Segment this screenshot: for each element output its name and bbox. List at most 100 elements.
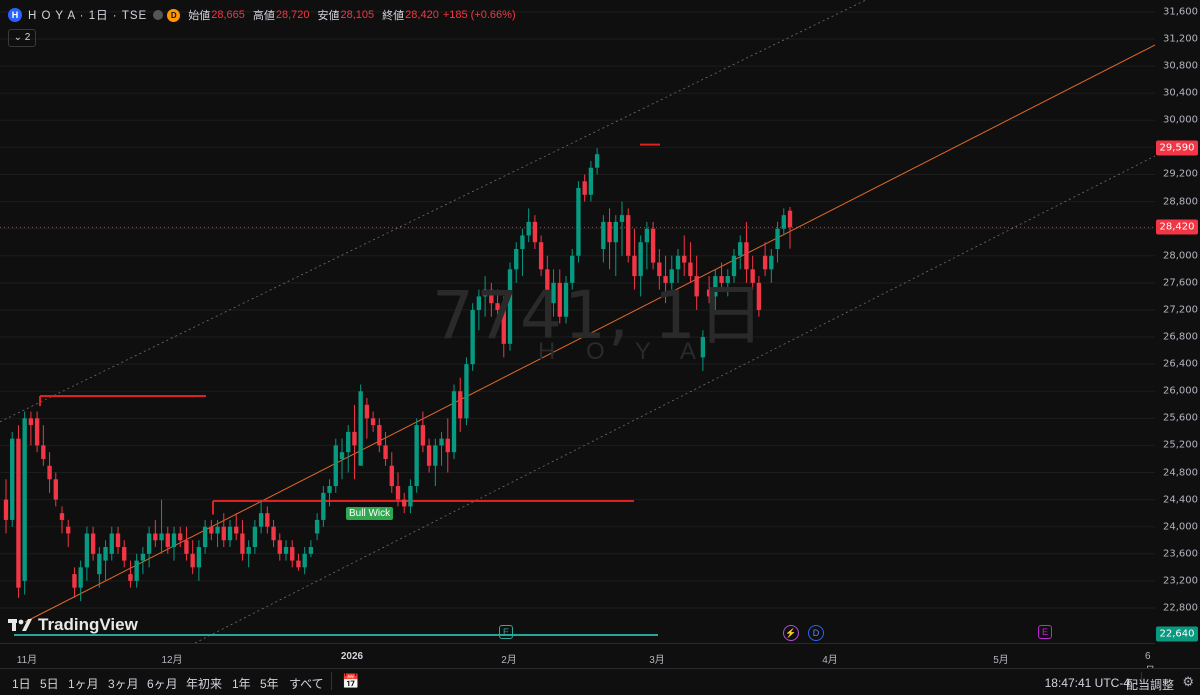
- candle-body: [227, 526, 233, 541]
- candle-body: [202, 526, 208, 548]
- candle-body: [184, 540, 189, 554]
- range-6m-button[interactable]: 6ヶ月: [147, 675, 178, 692]
- hoya-logo-icon[interactable]: H: [8, 8, 22, 22]
- candle-body: [364, 404, 370, 419]
- candle-body: [10, 438, 15, 520]
- candle-body: [607, 221, 612, 243]
- range-all-button[interactable]: すべて: [289, 675, 324, 692]
- low-value: 28,105: [340, 9, 375, 21]
- candle-body: [159, 533, 164, 541]
- candle-body: [451, 391, 457, 453]
- toolbar-divider: [331, 672, 332, 690]
- clock-timezone[interactable]: 18:47:41 UTC-4: [1045, 676, 1130, 690]
- candle-body: [352, 431, 357, 446]
- price-tick-label: 24,000: [1163, 521, 1198, 533]
- price-tick-label: 29,200: [1163, 168, 1198, 180]
- range-1y-button[interactable]: 1年: [232, 675, 251, 692]
- dividend-adjust-toggle[interactable]: 配当調整: [1126, 676, 1174, 693]
- candle-body: [246, 547, 251, 554]
- candle-body: [769, 255, 774, 270]
- price-tag[interactable]: 29,590: [1156, 140, 1198, 156]
- price-tick-label: 25,600: [1163, 412, 1198, 424]
- candle-body: [128, 574, 133, 581]
- range-1m-button[interactable]: 1ヶ月: [68, 675, 99, 692]
- candle-body: [650, 228, 656, 263]
- price-tick-label: 25,200: [1163, 439, 1198, 451]
- close-value: 28,420: [405, 9, 439, 21]
- candle-body: [258, 513, 264, 527]
- candle-body: [358, 391, 363, 466]
- candle-body: [178, 533, 183, 541]
- time-axis[interactable]: 11月12月20262月3月4月5月6月: [0, 643, 1155, 677]
- candle-body: [644, 228, 650, 243]
- candle-body: [532, 221, 538, 243]
- chevron-down-icon: ⌄: [13, 32, 25, 43]
- split-event-icon[interactable]: ⚡: [783, 625, 799, 641]
- candle-body: [383, 445, 388, 459]
- candle-body: [526, 221, 531, 236]
- price-axis[interactable]: 31,60031,20030,80030,40030,00029,60029,2…: [1155, 0, 1200, 643]
- candle-body: [41, 445, 46, 459]
- range-5d-button[interactable]: 5日: [40, 675, 59, 692]
- candle-body: [109, 533, 114, 554]
- market-status-icon[interactable]: [153, 10, 164, 20]
- candle-body: [613, 221, 618, 243]
- time-tick-label: 5月: [993, 655, 1009, 666]
- bull-wick-label[interactable]: Bull Wick: [346, 507, 394, 520]
- candle-body: [370, 418, 376, 426]
- range-1d-button[interactable]: 1日: [12, 675, 31, 692]
- candle-body: [234, 526, 239, 534]
- candle-body: [464, 364, 469, 419]
- candle-body: [22, 418, 27, 581]
- indicator-count: 2: [24, 32, 31, 43]
- time-tick-label: 12月: [161, 655, 183, 666]
- candle-body: [134, 560, 139, 581]
- candle-body: [153, 533, 158, 541]
- candle-body: [314, 519, 320, 534]
- range-3m-button[interactable]: 3ヶ月: [108, 675, 139, 692]
- candle-body: [420, 425, 426, 446]
- price-tag[interactable]: 28,420: [1156, 219, 1198, 235]
- price-tag[interactable]: 22,640: [1156, 626, 1198, 642]
- candle-body: [171, 533, 177, 548]
- candle-body: [738, 242, 743, 256]
- candle-body: [165, 533, 170, 548]
- channel-upper-line: [0, 0, 867, 423]
- tradingview-logo[interactable]: TradingView: [8, 615, 138, 635]
- time-tick-label: 4月: [822, 655, 838, 666]
- candle-body: [252, 526, 258, 548]
- logo-text: TradingView: [38, 615, 138, 634]
- data-delay-badge[interactable]: D: [167, 8, 181, 22]
- earnings-event-icon[interactable]: E: [499, 625, 513, 639]
- candle-body: [53, 479, 58, 500]
- price-tick-label: 30,800: [1163, 60, 1198, 72]
- candle-body: [302, 553, 307, 568]
- gear-icon[interactable]: ⚙: [1182, 674, 1194, 690]
- range-ytd-button[interactable]: 年初来: [186, 675, 222, 692]
- price-tick-label: 26,000: [1163, 385, 1198, 397]
- low-label: 安値: [317, 10, 340, 22]
- dividend-event-icon[interactable]: D: [808, 625, 824, 641]
- range-5y-button[interactable]: 5年: [260, 675, 279, 692]
- candle-body: [321, 492, 326, 520]
- candle-body: [445, 438, 450, 453]
- candle-body: [90, 533, 96, 554]
- price-tick-label: 23,600: [1163, 548, 1198, 560]
- date-range-calendar-icon[interactable]: 📅: [342, 673, 359, 690]
- price-tick-label: 27,600: [1163, 277, 1198, 289]
- time-tick-label: 3月: [649, 655, 665, 666]
- candle-body: [190, 553, 195, 568]
- candle-body: [333, 445, 338, 487]
- candle-body: [78, 567, 83, 588]
- symbol-title[interactable]: H O Y A · 1日 · TSE: [28, 7, 147, 23]
- candle-body: [277, 540, 282, 554]
- candle-body: [439, 438, 444, 446]
- candle-body: [346, 431, 351, 453]
- price-tick-label: 31,600: [1163, 6, 1198, 18]
- price-tick-label: 24,400: [1163, 494, 1198, 506]
- time-tick-label: 11月: [16, 655, 38, 666]
- candle-body: [103, 547, 108, 561]
- candle-body: [576, 188, 581, 256]
- future-earnings-icon[interactable]: E: [1038, 625, 1052, 639]
- indicators-toggle-button[interactable]: ⌄ 2: [8, 29, 36, 47]
